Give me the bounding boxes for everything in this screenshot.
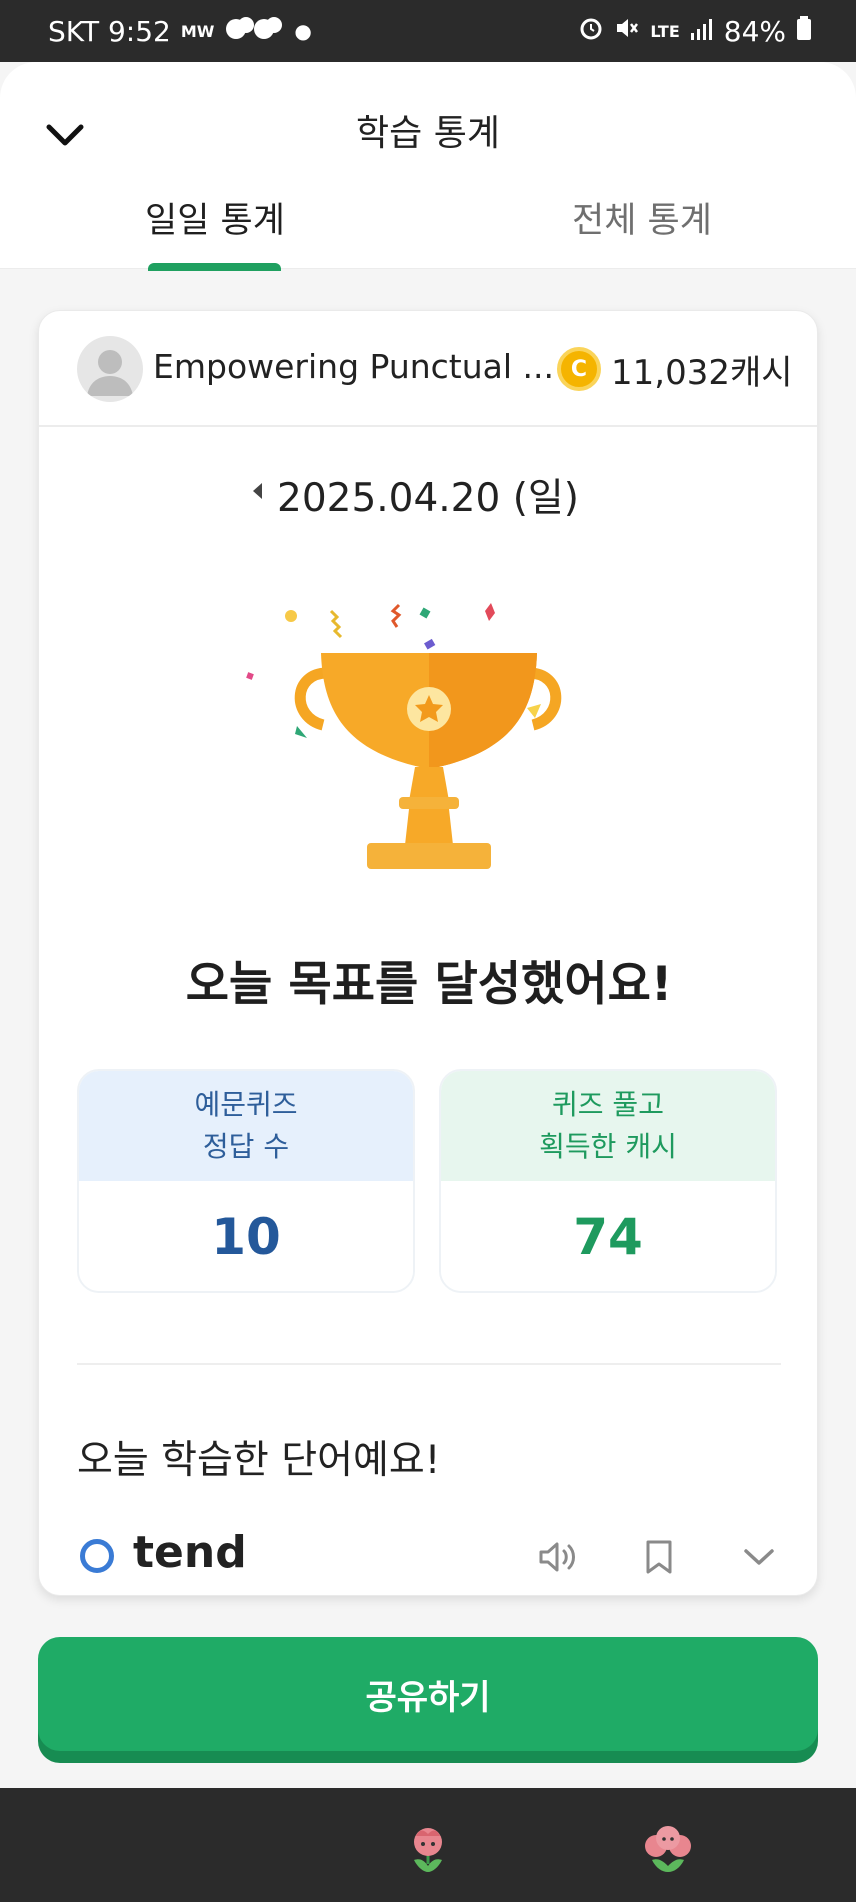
avatar [77, 336, 143, 402]
coin-icon: C [557, 347, 601, 391]
flower-icon[interactable] [406, 1824, 450, 1878]
page-title: 학습 통계 [356, 113, 500, 154]
expand-button[interactable] [736, 1535, 782, 1579]
cloud-icon [224, 15, 284, 48]
profile-name: Empowering Punctual ... [153, 347, 555, 386]
stats-card: Empowering Punctual ... C 11,032캐시 2025.… [38, 310, 818, 1596]
battery-percent: 84% [723, 14, 786, 48]
trophy-icon [239, 591, 619, 881]
stat-label-line1: 퀴즈 풀고 [552, 1088, 664, 1121]
cash-balance: 11,032캐시 [611, 353, 793, 393]
stat-value: 10 [79, 1181, 413, 1291]
stat-label-line2: 획득한 캐시 [539, 1130, 677, 1163]
flower-bouquet-icon[interactable] [640, 1822, 696, 1878]
battery-icon [796, 15, 812, 48]
stat-value: 74 [441, 1181, 775, 1291]
bookmark-icon [646, 1540, 672, 1574]
pronounce-button[interactable] [536, 1535, 582, 1579]
profile-row: Empowering Punctual ... C 11,032캐시 [39, 311, 817, 427]
previous-date-button[interactable] [247, 476, 267, 506]
mw-indicator: MW [180, 21, 215, 41]
quiz-cash-stat: 퀴즈 풀고 획득한 캐시 74 [439, 1069, 777, 1293]
achievement-message: 오늘 목표를 달성했어요! [185, 957, 673, 1012]
chevron-down-icon [744, 1549, 774, 1565]
stat-label-line1: 예문퀴즈 [194, 1088, 298, 1121]
speaker-icon [539, 1542, 575, 1572]
share-button[interactable]: 공유하기 [38, 1637, 818, 1751]
header: 학습 통계 일일 통계 전체 통계 [0, 62, 856, 271]
stat-label-line2: 정답 수 [202, 1130, 290, 1163]
date-label: 2025.04.20 (일) [277, 476, 580, 521]
word-text: tend [133, 1527, 247, 1578]
network-label: LTE [650, 21, 680, 41]
tab-active-indicator [148, 263, 281, 271]
signal-icon [690, 15, 714, 48]
list-item[interactable]: tend [39, 1513, 817, 1595]
quiz-correct-stat: 예문퀴즈 정답 수 10 [77, 1069, 415, 1293]
words-section-title: 오늘 학습한 단어예요! [77, 1438, 441, 1483]
divider [77, 1363, 781, 1365]
tab-daily-stats[interactable]: 일일 통계 [100, 192, 330, 243]
statistics-sheet: 학습 통계 일일 통계 전체 통계 Empowering Punctual ..… [0, 62, 856, 1788]
status-bar: SKT 9:52 MW ● LTE 84% [0, 0, 856, 62]
navigation-bar [0, 1788, 856, 1902]
notification-dot-icon: ● [294, 19, 312, 43]
circle-icon [80, 1539, 114, 1573]
status-time: SKT 9:52 [48, 14, 171, 48]
mute-icon [614, 15, 640, 48]
caret-left-icon [253, 483, 262, 499]
alarm-icon [578, 15, 604, 48]
bookmark-button[interactable] [636, 1535, 682, 1579]
tab-total-stats[interactable]: 전체 통계 [527, 192, 757, 243]
